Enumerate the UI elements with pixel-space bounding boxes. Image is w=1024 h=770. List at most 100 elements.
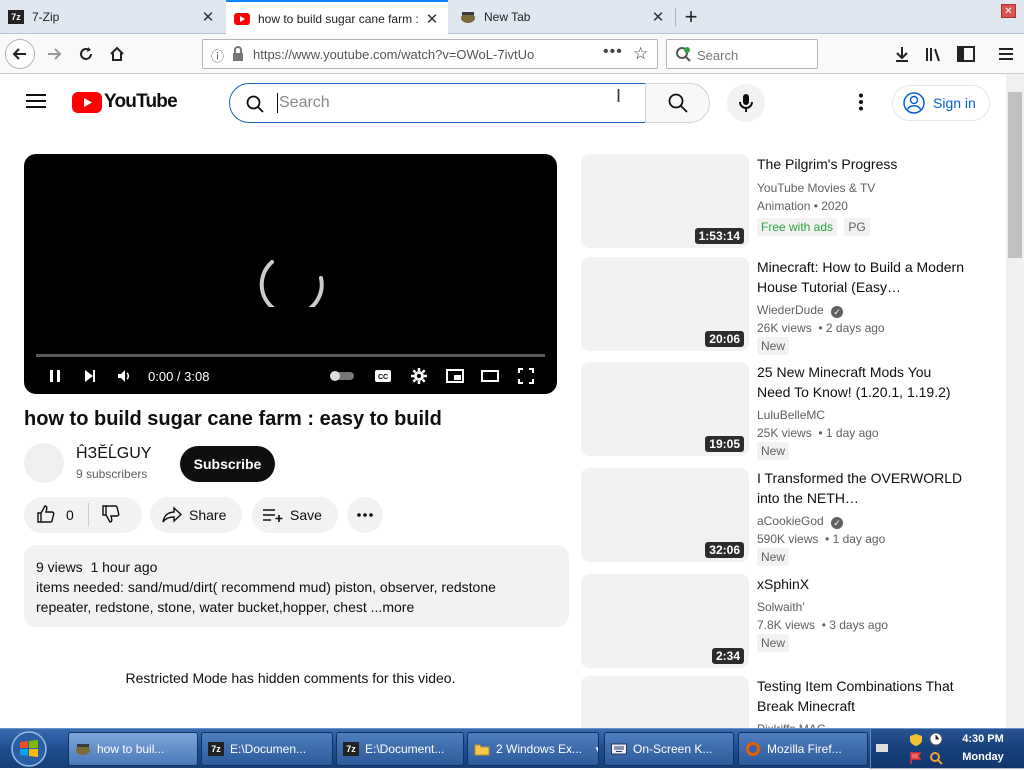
youtube-logo[interactable]: YouTube: [72, 91, 178, 113]
settings-gear-icon[interactable]: [408, 366, 430, 386]
forward-icon[interactable]: [40, 40, 68, 68]
more-horizontal-icon: [357, 513, 373, 517]
recommendation-title[interactable]: xSphinX: [757, 574, 967, 594]
home-icon[interactable]: [103, 40, 131, 68]
progress-bar[interactable]: [36, 354, 545, 357]
info-icon[interactable]: ⓘ: [211, 46, 224, 65]
volume-icon[interactable]: [114, 366, 136, 386]
new-tab-plus-icon[interactable]: +: [677, 3, 705, 31]
autoplay-toggle[interactable]: [328, 366, 356, 386]
recommendation-item[interactable]: Testing Item Combinations That Break Min…: [581, 676, 976, 728]
scrollbar-thumb[interactable]: [1008, 92, 1022, 258]
recommendation-title[interactable]: Minecraft: How to Build a Modern House T…: [757, 257, 967, 297]
recommendation-meta: 7.8K views • 3 days ago: [757, 618, 888, 632]
voice-search-button[interactable]: [727, 84, 765, 122]
more-actions-button[interactable]: [347, 497, 383, 533]
sign-in-button[interactable]: Sign in: [892, 85, 990, 121]
save-button[interactable]: Save: [252, 497, 338, 533]
recommendation-channel[interactable]: Solwaith': [757, 598, 805, 616]
window-close-icon[interactable]: ✕: [1001, 4, 1016, 18]
clock-tray-icon[interactable]: [929, 732, 943, 751]
page-scrollbar[interactable]: [1006, 74, 1024, 728]
more-options-icon[interactable]: [858, 93, 864, 116]
taskbar-item[interactable]: 7z E:\Documen...: [201, 732, 333, 766]
recommendation-item[interactable]: 19:05 25 New Minecraft Mods You Need To …: [581, 362, 976, 460]
recommendation-channel[interactable]: YouTube Movies & TV: [757, 179, 875, 197]
channel-name[interactable]: ĤЗĔĹGUY: [76, 445, 151, 463]
youtube-search-input[interactable]: Search I: [229, 83, 646, 123]
recommendation-channel[interactable]: LuluBelleMC: [757, 406, 825, 424]
fullscreen-icon[interactable]: [515, 366, 537, 386]
subscribe-button[interactable]: Subscribe: [180, 446, 275, 482]
restricted-mode-notice: Restricted Mode has hidden comments for …: [125, 670, 456, 686]
tab-new[interactable]: New Tab ✕: [452, 0, 674, 34]
reload-icon[interactable]: [72, 40, 100, 68]
share-button[interactable]: Share: [150, 497, 242, 533]
thumbs-up-icon: [37, 504, 55, 523]
recommendation-item[interactable]: 2:34 xSphinX Solwaith' 7.8K views • 3 da…: [581, 574, 976, 669]
close-tab-icon[interactable]: ✕: [648, 8, 668, 26]
pause-icon[interactable]: [44, 366, 66, 386]
browser-nav-bar: ⓘ https://www.youtube.com/watch?v=OWoL-7…: [0, 34, 1024, 74]
search-tray-icon[interactable]: [929, 751, 943, 770]
recommendation-channel[interactable]: WiederDude: [757, 303, 824, 317]
security-shield-icon[interactable]: [909, 733, 923, 752]
flag-tray-icon[interactable]: [909, 751, 923, 770]
captions-icon[interactable]: CC: [372, 366, 394, 386]
video-thumbnail[interactable]: 19:05: [581, 362, 749, 456]
download-icon[interactable]: [888, 40, 916, 68]
search-button[interactable]: [645, 83, 710, 123]
next-icon[interactable]: [79, 366, 101, 386]
recommendation-title[interactable]: I Transformed the OVERWORLD into the NET…: [757, 468, 967, 508]
taskbar-item[interactable]: how to buil...: [68, 732, 198, 766]
recommendation-channel[interactable]: Pixlriffs MAC: [757, 720, 825, 728]
description-box[interactable]: 9 views 1 hour ago items needed: sand/mu…: [24, 545, 569, 627]
menu-icon[interactable]: [992, 40, 1020, 68]
back-icon[interactable]: [5, 39, 35, 69]
like-button[interactable]: [36, 504, 56, 527]
tab-7zip[interactable]: 7z 7-Zip ✕: [0, 0, 224, 34]
video-thumbnail[interactable]: 1:53:14: [581, 154, 749, 248]
sidebar-icon[interactable]: [952, 40, 980, 68]
taskbar-item[interactable]: 2 Windows Ex... ▼: [467, 732, 599, 766]
dropdown-arrow-icon[interactable]: ▼: [594, 745, 598, 754]
hamburger-menu-icon[interactable]: [26, 93, 46, 114]
close-tab-icon[interactable]: ✕: [198, 8, 218, 26]
recommendation-item[interactable]: 32:06 I Transformed the OVERWORLD into t…: [581, 468, 976, 566]
start-button[interactable]: [4, 730, 54, 768]
browser-search-field[interactable]: Search: [666, 39, 818, 69]
lock-icon[interactable]: [231, 46, 245, 67]
video-thumbnail[interactable]: 20:06: [581, 257, 749, 351]
clock-time[interactable]: 4:30 PM: [959, 733, 1007, 745]
video-thumbnail[interactable]: 2:34: [581, 574, 749, 668]
recommendation-channel[interactable]: aCookieGod: [757, 514, 824, 528]
theater-mode-icon[interactable]: [479, 366, 501, 386]
taskbar-item[interactable]: Mozilla Firef...: [738, 732, 868, 766]
clock-day[interactable]: Monday: [959, 751, 1007, 763]
taskbar-item[interactable]: On-Screen K...: [604, 732, 734, 766]
bookmark-star-icon[interactable]: ☆: [633, 44, 648, 64]
miniplayer-icon[interactable]: [444, 366, 466, 386]
recommendation-item[interactable]: 20:06 Minecraft: How to Build a Modern H…: [581, 257, 976, 355]
library-icon[interactable]: [920, 40, 948, 68]
channel-avatar[interactable]: [24, 443, 64, 483]
7zip-icon: 7z: [8, 10, 24, 24]
video-thumbnail[interactable]: [581, 676, 749, 728]
tab-youtube[interactable]: how to build sugar cane farm : ✕: [226, 0, 448, 35]
duration-badge: 20:06: [705, 331, 744, 347]
page-actions-icon[interactable]: •••: [603, 43, 623, 61]
dislike-button[interactable]: [101, 504, 121, 527]
show-more-link[interactable]: more: [382, 599, 414, 615]
url-bar[interactable]: ⓘ https://www.youtube.com/watch?v=OWoL-7…: [202, 39, 658, 69]
description-text: items needed: sand/mud/dirt( recommend m…: [36, 577, 536, 617]
recommendation-title[interactable]: 25 New Minecraft Mods You Need To Know! …: [757, 362, 967, 402]
loading-spinner-icon: [259, 260, 324, 307]
close-tab-icon[interactable]: ✕: [422, 10, 442, 28]
video-player[interactable]: 0:00 / 3:08 CC: [24, 154, 557, 394]
taskbar-item[interactable]: 7z E:\Document...: [336, 732, 464, 766]
keyboard-tray-icon[interactable]: [875, 741, 889, 759]
recommendation-title[interactable]: Testing Item Combinations That Break Min…: [757, 676, 967, 716]
recommendation-item[interactable]: 1:53:14 The Pilgrim's Progress YouTube M…: [581, 154, 976, 249]
video-thumbnail[interactable]: 32:06: [581, 468, 749, 562]
recommendation-title[interactable]: The Pilgrim's Progress: [757, 154, 967, 174]
